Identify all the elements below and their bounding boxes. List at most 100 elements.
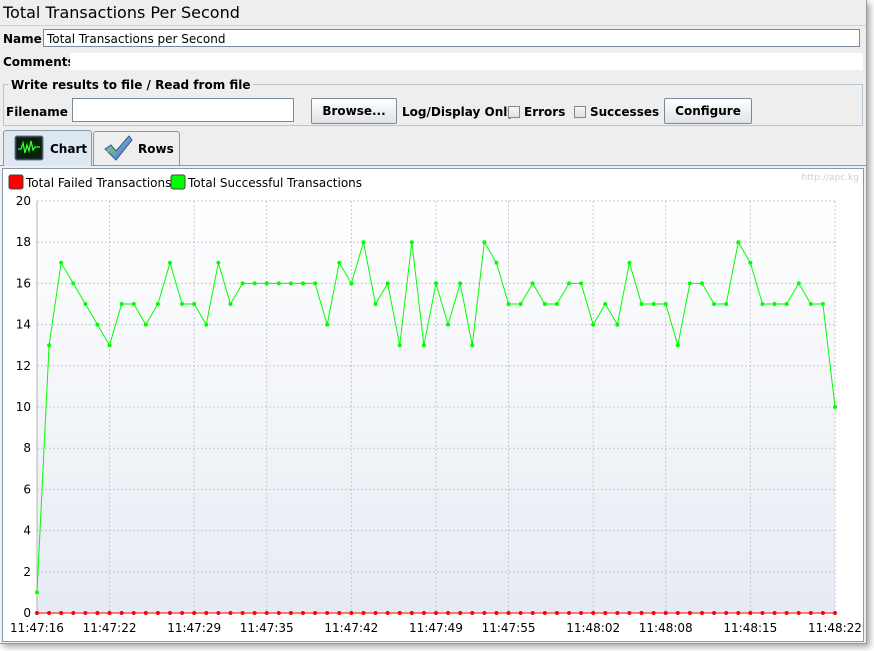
tabs-baseline [0, 165, 866, 166]
data-point [95, 611, 100, 615]
data-point [579, 611, 584, 615]
data-point [288, 611, 293, 615]
data-point [421, 611, 426, 615]
legend-swatch-failed [8, 174, 24, 190]
data-point [808, 611, 813, 615]
data-point [470, 343, 475, 348]
tab-chart[interactable]: Chart [3, 130, 92, 166]
legend-label-failed: Total Failed Transactions [25, 176, 171, 190]
data-point [168, 611, 172, 615]
data-point [542, 611, 547, 615]
legend-label-successful: Total Successful Transactions [187, 176, 362, 190]
data-point [554, 611, 559, 615]
data-point [83, 302, 88, 306]
data-point [47, 343, 52, 348]
file-section-title: Write results to file / Read from file [9, 78, 253, 92]
data-point [143, 611, 148, 615]
data-point [760, 302, 765, 306]
panel-title: Total Transactions Per Second [0, 0, 866, 26]
data-point [567, 281, 571, 286]
chart-icon [14, 135, 44, 161]
data-point [240, 611, 245, 615]
x-tick-label: 11:47:16 [10, 621, 64, 635]
data-point [458, 611, 463, 615]
log-display-label: Log/Display Only: [402, 105, 520, 119]
data-point [494, 260, 499, 265]
data-point [119, 611, 124, 615]
data-point [264, 281, 269, 286]
data-point [494, 611, 499, 615]
data-point [95, 322, 100, 327]
data-point [530, 281, 535, 286]
filename-input[interactable] [72, 98, 294, 122]
data-point [155, 302, 160, 306]
data-point [772, 611, 777, 615]
data-point [554, 302, 559, 306]
data-point [736, 611, 741, 615]
x-tick-label: 11:47:55 [482, 621, 536, 635]
data-point [542, 302, 547, 306]
y-tick-label: 18 [16, 235, 31, 249]
data-point [192, 611, 197, 615]
data-point [772, 302, 777, 306]
name-field[interactable]: Total Transactions per Second [43, 29, 860, 47]
errors-checkbox[interactable] [508, 106, 520, 118]
x-tick-label: 11:47:22 [83, 621, 137, 635]
legend-swatch-successful [170, 174, 186, 190]
data-point [820, 302, 825, 306]
data-point [325, 322, 330, 327]
name-row: Name: Total Transactions per Second [0, 28, 866, 50]
data-point [833, 405, 837, 409]
data-point [603, 302, 608, 306]
filename-label: Filename [6, 105, 68, 119]
data-point [216, 611, 221, 615]
configure-button[interactable]: Configure [664, 98, 752, 124]
chart-panel: 0 2 4 6 8 10 12 14 16 18 20 11:47:16 11:47:22 11:47:2… [2, 168, 864, 642]
successes-label: Successes [590, 105, 660, 119]
data-point [71, 611, 76, 615]
fieldset-top-right [210, 84, 863, 85]
tab-rows[interactable]: Rows [93, 131, 180, 165]
data-point [615, 322, 620, 327]
data-point [155, 611, 160, 615]
data-point [651, 302, 656, 306]
y-tick-label: 6 [23, 482, 31, 496]
data-point [385, 281, 390, 286]
data-point [397, 343, 402, 348]
data-point [276, 611, 281, 615]
data-point [615, 611, 620, 615]
data-point [651, 611, 656, 615]
data-point [760, 611, 765, 615]
data-point [337, 260, 342, 265]
data-point [216, 260, 221, 265]
data-point [784, 611, 789, 615]
tab-rows-label: Rows [138, 142, 174, 156]
data-point [59, 611, 64, 615]
data-point [409, 611, 414, 615]
x-tick-label: 11:48:22 [808, 621, 862, 635]
data-point [808, 302, 813, 306]
chart-canvas: 0 2 4 6 8 10 12 14 16 18 20 11:47:16 11:47:22 11:47:2… [8, 173, 862, 635]
data-point [47, 611, 52, 615]
browse-button[interactable]: Browse... [311, 98, 397, 124]
data-point [724, 302, 729, 306]
data-point [204, 322, 209, 327]
legend: Total Failed Transactions Total Successf… [8, 174, 362, 190]
data-point [796, 611, 801, 615]
data-point [506, 611, 511, 615]
data-point [446, 611, 451, 615]
data-point [663, 302, 668, 306]
data-point [663, 611, 668, 615]
x-tick-label: 11:48:15 [723, 621, 777, 635]
comments-field[interactable] [70, 53, 863, 70]
data-point [639, 302, 644, 306]
data-point [700, 611, 704, 615]
data-point [518, 611, 523, 615]
successes-checkbox[interactable] [574, 106, 586, 118]
data-point [313, 281, 318, 286]
data-point [482, 240, 487, 245]
y-tick-label: 4 [23, 524, 31, 538]
data-point [434, 281, 438, 286]
data-point [288, 281, 293, 286]
data-point [603, 611, 608, 615]
